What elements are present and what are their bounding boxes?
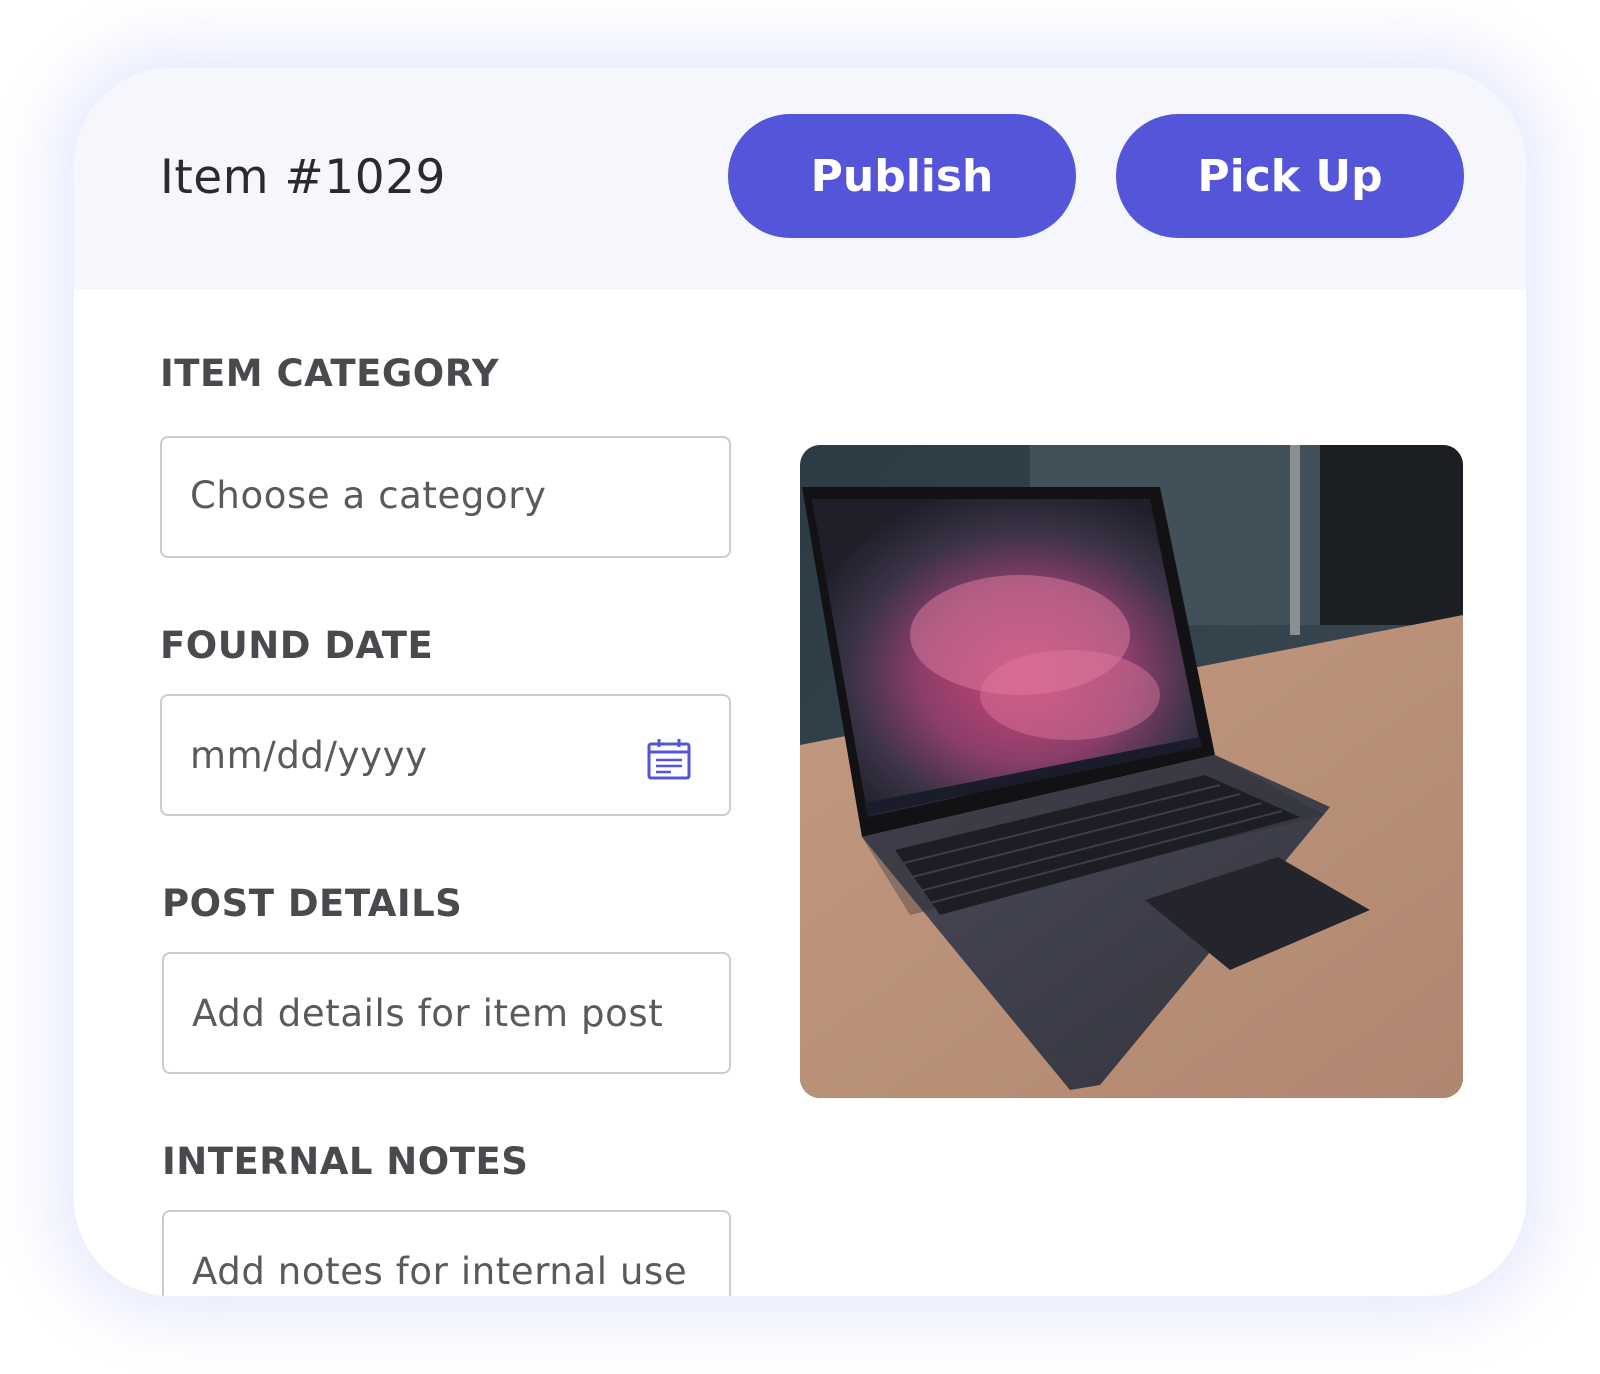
found-date-input[interactable]: mm/dd/yyyy: [160, 694, 731, 816]
found-date-placeholder: mm/dd/yyyy: [190, 734, 428, 777]
internal-notes-placeholder: Add notes for internal use: [192, 1250, 688, 1293]
post-details-label: POST DETAILS: [162, 882, 463, 925]
card-header: Item #1029 Publish Pick Up: [74, 68, 1526, 290]
found-date-label: FOUND DATE: [160, 624, 434, 667]
laptop-photo-illustration: [800, 445, 1463, 1098]
pick-up-button[interactable]: Pick Up: [1116, 114, 1464, 238]
calendar-icon[interactable]: [647, 738, 691, 780]
item-photo: [800, 445, 1463, 1098]
internal-notes-label: INTERNAL NOTES: [162, 1140, 529, 1183]
post-details-input[interactable]: Add details for item post: [162, 952, 731, 1074]
category-placeholder: Choose a category: [190, 474, 547, 517]
item-card: Item #1029 Publish Pick Up ITEM CATEGORY…: [74, 68, 1526, 1296]
item-category-label: ITEM CATEGORY: [160, 352, 499, 395]
category-select[interactable]: Choose a category: [160, 436, 731, 558]
internal-notes-input[interactable]: Add notes for internal use: [162, 1210, 731, 1296]
item-title: Item #1029: [160, 150, 446, 205]
post-details-placeholder: Add details for item post: [192, 992, 664, 1035]
publish-button[interactable]: Publish: [728, 114, 1076, 238]
